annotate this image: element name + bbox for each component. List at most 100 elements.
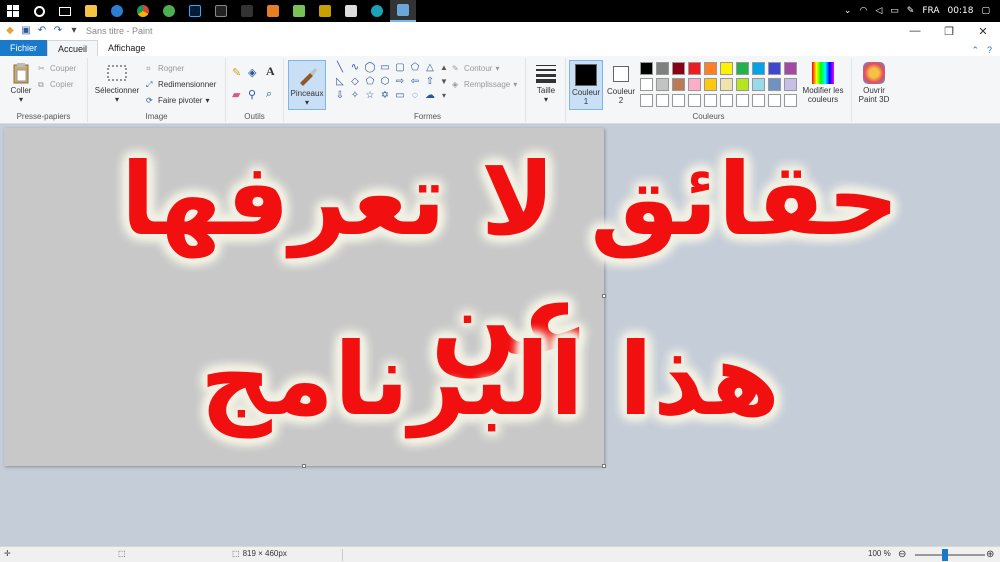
palette-color-swatch[interactable]	[704, 78, 717, 91]
cut-button[interactable]: ✂ Couper	[38, 64, 76, 73]
app-icon-orange[interactable]	[260, 0, 286, 22]
palette-color-swatch[interactable]	[640, 78, 653, 91]
clock[interactable]: 00:18	[948, 6, 974, 16]
close-button[interactable]: ✕	[966, 25, 1000, 38]
oval-shape-icon[interactable]: ◯	[364, 62, 376, 74]
down-arrow-shape-icon[interactable]: ⇩	[334, 90, 346, 102]
pentagon-shape-icon[interactable]: ⬠	[364, 76, 376, 88]
resize-handle-corner[interactable]	[602, 464, 606, 468]
palette-color-swatch[interactable]	[736, 78, 749, 91]
gallery-scroll-down-icon[interactable]: ▼	[438, 76, 450, 88]
crop-button[interactable]: ⌗ Rogner	[146, 64, 184, 73]
hexagon-shape-icon[interactable]: ⬡	[379, 76, 391, 88]
tab-view[interactable]: Affichage	[98, 40, 155, 56]
palette-color-swatch[interactable]	[768, 78, 781, 91]
zoom-in-icon[interactable]: ⊕	[986, 549, 994, 560]
app-icon-teal[interactable]	[364, 0, 390, 22]
palette-color-swatch[interactable]	[768, 62, 781, 75]
palette-color-swatch[interactable]	[656, 62, 669, 75]
palette-color-swatch[interactable]	[704, 62, 717, 75]
palette-color-swatch[interactable]	[784, 62, 797, 75]
app-icon-ej[interactable]	[234, 0, 260, 22]
custom-color-slot[interactable]	[688, 94, 701, 107]
five-point-star-icon[interactable]: ☆	[364, 90, 376, 102]
color2-button[interactable]: Couleur 2	[604, 60, 638, 110]
copy-button[interactable]: ⧉ Copier	[38, 80, 74, 89]
triangle-shape-icon[interactable]: △	[424, 62, 436, 74]
fill-button[interactable]: ◈ Remplissage ▾	[452, 80, 517, 89]
app-icon-yellow[interactable]	[312, 0, 338, 22]
file-explorer-icon[interactable]	[78, 0, 104, 22]
save-icon[interactable]: ▣	[20, 25, 32, 37]
undo-icon[interactable]: ↶	[36, 25, 48, 37]
custom-color-slot[interactable]	[656, 94, 669, 107]
tab-file[interactable]: Fichier	[0, 40, 48, 56]
outline-button[interactable]: ✎ Contour ▾	[452, 64, 499, 73]
cortana-icon[interactable]	[26, 0, 52, 22]
palette-color-swatch[interactable]	[720, 78, 733, 91]
eraser-icon[interactable]: ▰	[232, 88, 240, 101]
resize-handle-bottom[interactable]	[302, 464, 306, 468]
open-paint3d-button[interactable]: Ouvrir Paint 3D	[854, 62, 894, 104]
rotate-button[interactable]: ⟳ Faire pivoter ▾	[146, 96, 209, 105]
polygon-shape-icon[interactable]: ⬠	[409, 62, 421, 74]
notifications-icon[interactable]: ▢	[981, 6, 990, 16]
custom-color-slot[interactable]	[704, 94, 717, 107]
callout-oval-icon[interactable]: ◌	[409, 90, 421, 102]
app-icon-green[interactable]	[156, 0, 182, 22]
custom-color-slot[interactable]	[736, 94, 749, 107]
custom-color-slot[interactable]	[768, 94, 781, 107]
palette-color-swatch[interactable]	[784, 78, 797, 91]
diamond-shape-icon[interactable]: ◇	[349, 76, 361, 88]
custom-color-slot[interactable]	[784, 94, 797, 107]
palette-color-swatch[interactable]	[720, 62, 733, 75]
maximize-button[interactable]: ❐	[932, 25, 966, 38]
text-tool-icon[interactable]: A	[266, 64, 275, 79]
chrome-icon[interactable]	[130, 0, 156, 22]
palette-color-swatch[interactable]	[672, 78, 685, 91]
fill-bucket-icon[interactable]: ◈	[248, 66, 256, 79]
paste-button[interactable]: Coller ▾	[6, 62, 36, 104]
start-button[interactable]	[0, 0, 26, 22]
callout-rect-icon[interactable]: ▭	[394, 90, 406, 102]
battery-icon[interactable]: ▭	[890, 6, 899, 16]
six-point-star-icon[interactable]: ✡	[379, 90, 391, 102]
brushes-button[interactable]: Pinceaux ▾	[288, 60, 326, 110]
left-arrow-shape-icon[interactable]: ⇦	[409, 76, 421, 88]
collapse-ribbon-icon[interactable]: ⌃	[971, 45, 979, 56]
redo-icon[interactable]: ↷	[52, 25, 64, 37]
palette-color-swatch[interactable]	[656, 78, 669, 91]
android-icon[interactable]	[286, 0, 312, 22]
magnifier-icon[interactable]: ⌕	[266, 88, 272, 101]
zoom-slider-thumb[interactable]	[942, 549, 948, 561]
gallery-expand-icon[interactable]: ▾	[438, 90, 450, 102]
custom-color-slot[interactable]	[720, 94, 733, 107]
app-icon-pc[interactable]	[208, 0, 234, 22]
zoom-slider-track[interactable]	[915, 554, 985, 556]
wifi-icon[interactable]: ◠	[859, 6, 867, 16]
volume-icon[interactable]: ◁	[875, 6, 882, 16]
four-point-star-icon[interactable]: ✧	[349, 90, 361, 102]
zoom-out-icon[interactable]: ⊖	[898, 549, 906, 560]
tab-home[interactable]: Accueil	[47, 40, 99, 56]
pen-icon[interactable]: ✎	[907, 6, 915, 16]
custom-color-slot[interactable]	[752, 94, 765, 107]
up-arrow-shape-icon[interactable]: ⇧	[424, 76, 436, 88]
palette-color-swatch[interactable]	[688, 78, 701, 91]
color-picker-icon[interactable]: ⚲	[248, 88, 256, 101]
paint-taskbar-icon[interactable]	[390, 0, 416, 22]
rectangle-shape-icon[interactable]: ▭	[379, 62, 391, 74]
size-button[interactable]: Taille ▾	[530, 62, 562, 104]
line-shape-icon[interactable]: ╲	[334, 62, 346, 74]
palette-color-swatch[interactable]	[736, 62, 749, 75]
custom-color-slot[interactable]	[672, 94, 685, 107]
gallery-scroll-up-icon[interactable]: ▲	[438, 62, 450, 74]
right-arrow-shape-icon[interactable]: ⇨	[394, 76, 406, 88]
language-indicator[interactable]: FRA	[922, 6, 939, 16]
palette-color-swatch[interactable]	[688, 62, 701, 75]
pencil-icon[interactable]: ✎	[232, 66, 241, 79]
app-icon-white[interactable]	[338, 0, 364, 22]
minimize-button[interactable]: —	[898, 25, 932, 38]
rounded-rect-shape-icon[interactable]: ▢	[394, 62, 406, 74]
color1-button[interactable]: Couleur 1	[569, 60, 603, 110]
